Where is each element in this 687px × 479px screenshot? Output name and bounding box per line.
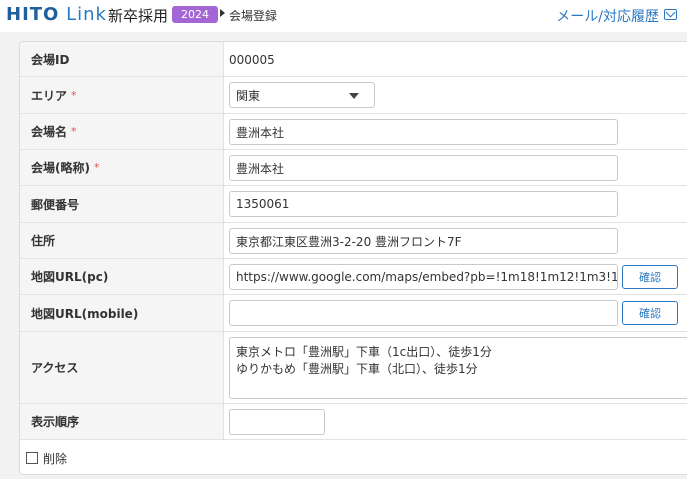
venue-name-input[interactable]: 豊洲本社 [229,119,618,145]
map-mobile-confirm-button[interactable]: 確認 [622,301,678,325]
row-map-pc: 地図URL(pc) https://www.google.com/maps/em… [20,259,687,295]
required-mark: * [93,161,100,174]
map-pc-confirm-button[interactable]: 確認 [622,265,678,289]
postal-input[interactable]: 1350061 [229,191,618,217]
venue-id-label: 会場ID [20,42,224,76]
access-label: アクセス [20,332,224,403]
chevron-down-icon [349,93,359,99]
access-line-1: 東京メトロ「豊洲駅」下車（1c出口）、徒歩1分 [236,345,492,359]
venue-short-input[interactable]: 豊洲本社 [229,155,618,181]
delete-row: 削除 [20,440,687,474]
area-label: エリア * [20,77,224,113]
map-mobile-input[interactable] [229,300,618,326]
map-pc-label: 地図URL(pc) [20,259,224,294]
logo-hito: HITO [6,4,60,25]
venue-id-value: 000005 [229,53,275,67]
access-line-2: ゆりかもめ「豊洲駅」下車（北口）、徒歩1分 [236,362,478,376]
mail-icon[interactable] [664,9,677,20]
venue-short-label: 会場(略称) * [20,150,224,185]
row-postal: 郵便番号 1350061 [20,186,687,223]
address-input[interactable]: 東京都江東区豊洲3-2-20 豊洲フロント7F [229,228,618,254]
display-order-label: 表示順序 [20,404,224,439]
row-venue-id: 会場ID 000005 [20,42,687,77]
area-select[interactable]: 関東 [229,82,375,108]
hito-link-logo[interactable]: HITO Link [6,4,107,25]
row-venue-name: 会場名 * 豊洲本社 [20,114,687,150]
required-mark: * [71,125,77,138]
venue-form-panel: 会場ID 000005 エリア * 関東 会場名 * 豊洲本社 会場(略称) * 豊洲… [19,41,687,475]
logo-link: Link [66,4,107,25]
delete-label[interactable]: 削除 [43,450,67,467]
postal-label: 郵便番号 [20,186,224,222]
breadcrumb: 会場登録 [229,9,278,23]
display-order-input[interactable] [229,409,325,435]
delete-checkbox[interactable] [26,452,38,464]
row-access: アクセス 東京メトロ「豊洲駅」下車（1c出口）、徒歩1分 ゆりかもめ「豊洲駅」下… [20,332,687,404]
mail-history-link[interactable]: メール/対応履歴 [556,6,659,26]
map-pc-input[interactable]: https://www.google.com/maps/embed?pb=!1m… [229,264,618,290]
venue-name-label: 会場名 * [20,114,224,149]
year-badge[interactable]: 2024 [172,6,218,23]
breadcrumb-arrow-icon [220,9,225,17]
map-mobile-label: 地図URL(mobile) [20,295,224,331]
area-select-value: 関東 [236,88,261,103]
required-mark: * [71,88,77,102]
row-venue-short: 会場(略称) * 豊洲本社 [20,150,687,186]
row-area: エリア * 関東 [20,77,687,114]
row-map-mobile: 地図URL(mobile) 確認 [20,295,687,332]
app-name: 新卒採用 [108,7,169,25]
access-textarea[interactable]: 東京メトロ「豊洲駅」下車（1c出口）、徒歩1分 ゆりかもめ「豊洲駅」下車（北口）… [229,337,687,399]
row-address: 住所 東京都江東区豊洲3-2-20 豊洲フロント7F [20,223,687,259]
app-header: HITO Link 新卒採用 2024 会場登録 メール/対応履歴 [0,0,687,32]
address-label: 住所 [20,223,224,258]
row-display-order: 表示順序 [20,404,687,440]
